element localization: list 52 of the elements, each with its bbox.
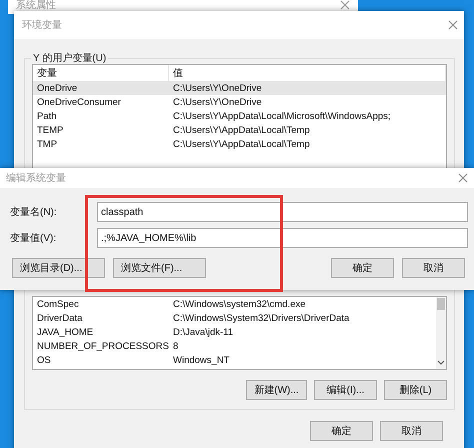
variable-name: OneDriveConsumer — [36, 96, 122, 108]
variable-value: C:\Users\Y\AppData\Local\Microsoft\WindowsApps; — [172, 110, 392, 122]
list-row[interactable]: TMP C:\Users\Y\AppData\Local\Temp — [33, 137, 446, 151]
list-row[interactable]: NUMBER_OF_PROCESSORS 8 — [33, 339, 436, 353]
chevron-down-icon[interactable] — [437, 360, 445, 366]
input-field[interactable]: .;%JAVA_HOME%\lib — [97, 228, 468, 248]
scrollbar[interactable] — [436, 297, 446, 369]
action-button[interactable]: 删除(L) — [384, 380, 447, 400]
browse-button[interactable]: 浏览目录(D)... — [12, 258, 105, 278]
variable-value: Windows_NT — [172, 354, 230, 366]
dialog-button[interactable]: 取消 — [402, 258, 465, 278]
dialog-button[interactable]: 确定 — [310, 421, 373, 441]
close-icon[interactable] — [458, 173, 468, 183]
variable-name: OneDrive — [36, 82, 78, 94]
variable-name: TMP — [36, 138, 58, 150]
variable-name: DriverData — [36, 312, 84, 324]
scrollbar-thumb[interactable] — [437, 298, 445, 310]
variable-name: ComSpec — [36, 298, 80, 310]
variable-name: OS — [36, 354, 52, 366]
dialog-title: 编辑系统变量 — [6, 172, 66, 184]
list-row[interactable]: OneDriveConsumer C:\Users\Y\OneDrive — [33, 95, 446, 109]
group-label: Y 的用户变量(U) — [31, 51, 108, 65]
list-row[interactable]: OneDrive C:\Users\Y\OneDrive — [33, 81, 446, 95]
window-title: 环境变量 — [22, 20, 62, 30]
close-icon[interactable] — [448, 20, 458, 30]
close-icon[interactable] — [340, 0, 350, 10]
variable-value: D:\Java\jdk-11 — [172, 326, 234, 338]
action-button[interactable]: 编辑(I)... — [314, 380, 377, 400]
variable-name: NUMBER_OF_PROCESSORS — [36, 340, 169, 352]
variable-value: C:\Windows\System32\Drivers\DriverData — [172, 312, 350, 324]
input-field[interactable]: classpath — [97, 202, 468, 222]
variable-value: C:\Users\Y\AppData\Local\Temp — [172, 138, 311, 150]
dialog-button[interactable]: 取消 — [380, 421, 443, 441]
list-row[interactable]: JAVA_HOME D:\Java\jdk-11 — [33, 325, 436, 339]
list-row[interactable]: ComSpec C:\Windows\system32\cmd.exe — [33, 297, 436, 311]
dialog-button[interactable]: 确定 — [331, 258, 394, 278]
variable-name: JAVA_HOME — [36, 326, 94, 338]
variable-name: Path — [36, 110, 58, 122]
variable-value: 8 — [172, 340, 180, 352]
variable-name: TEMP — [36, 124, 64, 136]
variable-value: C:\Users\Y\AppData\Local\Temp — [172, 124, 311, 136]
list-row[interactable]: TEMP C:\Users\Y\AppData\Local\Temp — [33, 123, 446, 137]
list-row[interactable]: DriverData C:\Windows\System32\Drivers\DriverData — [33, 311, 436, 325]
field-label: 变量名(N): — [10, 206, 58, 219]
list-row[interactable]: OS Windows_NT — [33, 353, 436, 367]
browse-button[interactable]: 浏览文件(F)... — [113, 258, 206, 278]
list-row[interactable]: Path C:\Users\Y\AppData\Local\Microsoft\WindowsApps; — [33, 109, 446, 123]
variable-value: C:\Users\Y\OneDrive — [172, 96, 263, 108]
variable-value: C:\Windows\system32\cmd.exe — [172, 298, 307, 310]
action-button[interactable]: 新建(W)... — [246, 380, 307, 400]
field-label: 变量值(V): — [10, 232, 58, 245]
variable-value: C:\Users\Y\OneDrive — [172, 82, 263, 94]
